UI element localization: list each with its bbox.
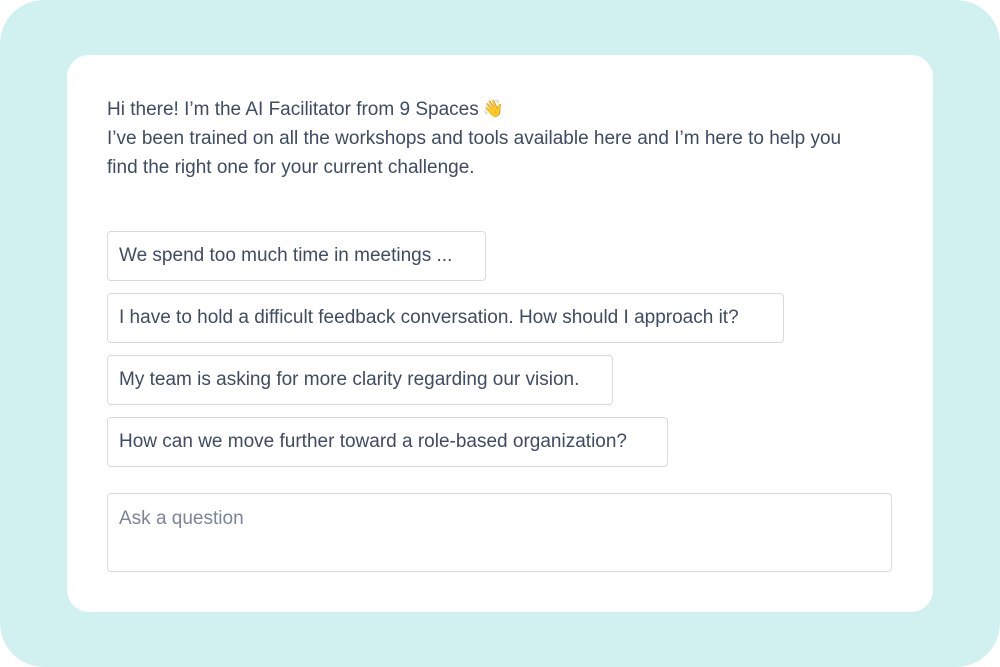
suggestion-button-meetings[interactable]: We spend too much time in meetings ... — [107, 231, 486, 281]
suggestion-list: We spend too much time in meetings ... I… — [107, 231, 784, 479]
waving-hand-icon: 👋 — [482, 99, 504, 118]
intro-greeting-line: Hi there! I’m the AI Facilitator from 9 … — [107, 95, 907, 124]
intro-greeting: Hi there! I’m the AI Facilitator from 9 … — [107, 99, 479, 120]
chat-card: Hi there! I’m the AI Facilitator from 9 … — [67, 55, 933, 612]
intro-line-3: find the right one for your current chal… — [107, 157, 475, 178]
intro-message: Hi there! I’m the AI Facilitator from 9 … — [107, 95, 907, 182]
intro-line-2: I’ve been trained on all the workshops a… — [107, 128, 842, 149]
question-box — [107, 493, 892, 572]
page-background: Hi there! I’m the AI Facilitator from 9 … — [0, 0, 1000, 667]
suggestion-button-roles[interactable]: How can we move further toward a role-ba… — [107, 417, 668, 467]
suggestion-button-vision[interactable]: My team is asking for more clarity regar… — [107, 355, 613, 405]
question-input[interactable] — [108, 494, 891, 571]
suggestion-button-feedback[interactable]: I have to hold a difficult feedback conv… — [107, 293, 784, 343]
